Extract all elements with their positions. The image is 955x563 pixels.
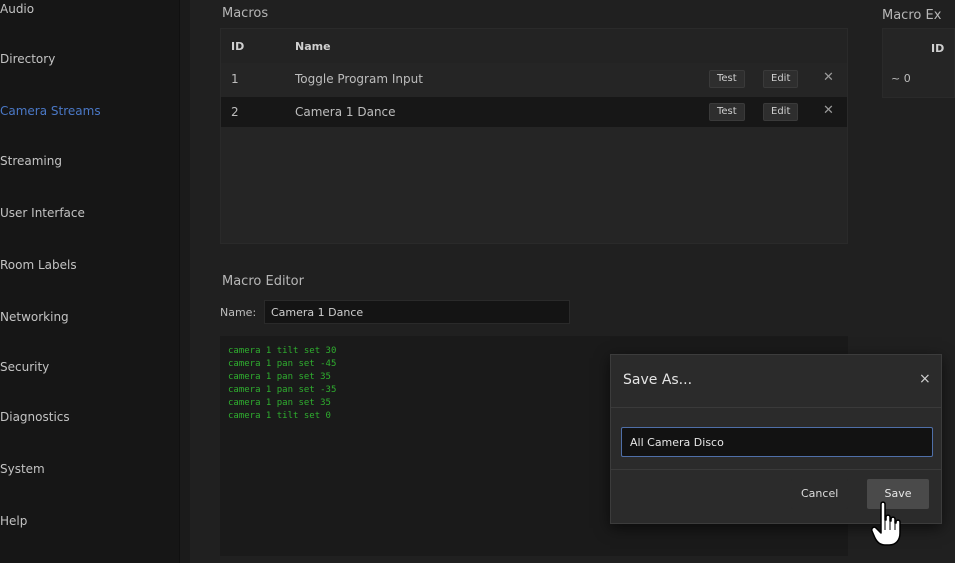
macro-editor-title: Macro Editor xyxy=(222,274,304,289)
sidebar-item-audio[interactable]: Audio xyxy=(0,0,170,22)
sidebar-item-security[interactable]: Security xyxy=(0,354,170,380)
row-name: Camera 1 Dance xyxy=(295,105,396,119)
macro-exec-table: ID ~ 0 xyxy=(882,28,955,98)
sidebar-item-camera-streams[interactable]: Camera Streams xyxy=(0,98,170,124)
sidebar-item-user-interface[interactable]: User Interface xyxy=(0,200,170,226)
code-line: camera 1 pan set -35 xyxy=(228,385,337,395)
column-header-id: ID xyxy=(931,42,945,55)
edit-button[interactable]: Edit xyxy=(763,70,799,88)
test-button[interactable]: Test xyxy=(709,70,745,88)
sidebar-item-help[interactable]: Help xyxy=(0,508,170,534)
row-name: Toggle Program Input xyxy=(295,72,423,86)
sidebar-item-room-labels[interactable]: Room Labels xyxy=(0,252,170,278)
table-row[interactable]: 2 Camera 1 Dance Test Edit ✕ xyxy=(221,97,847,127)
macro-name-label: Name: xyxy=(220,306,257,319)
macros-table: ID Name 1 Toggle Program Input Test Edit… xyxy=(220,28,848,244)
delete-icon[interactable]: ✕ xyxy=(823,104,835,118)
macro-exec-title: Macro Ex xyxy=(882,8,942,23)
sidebar-item-directory[interactable]: Directory xyxy=(0,46,170,72)
dialog-divider xyxy=(611,407,941,408)
column-header-id: ID xyxy=(231,40,245,53)
sidebar-item-system[interactable]: System xyxy=(0,456,170,482)
macros-table-header: ID Name xyxy=(221,29,847,63)
save-as-name-input[interactable] xyxy=(621,427,933,457)
sidebar-item-streaming[interactable]: Streaming xyxy=(0,148,170,174)
delete-icon[interactable]: ✕ xyxy=(823,71,835,85)
sidebar: Audio Directory Camera Streams Streaming… xyxy=(0,0,180,563)
macros-title: Macros xyxy=(222,6,269,21)
code-line: camera 1 pan set 35 xyxy=(228,398,331,408)
code-line: camera 1 tilt set 30 xyxy=(228,346,337,356)
macro-exec-row[interactable]: ~ 0 xyxy=(891,72,911,85)
dialog-divider xyxy=(611,469,941,470)
dialog-title: Save As... xyxy=(623,372,693,388)
test-button[interactable]: Test xyxy=(709,103,745,121)
table-row[interactable]: 1 Toggle Program Input Test Edit ✕ xyxy=(221,64,847,94)
row-id: 2 xyxy=(231,105,239,119)
hand-cursor-icon xyxy=(871,501,901,546)
cancel-button[interactable]: Cancel xyxy=(791,479,849,509)
code-line: camera 1 pan set -45 xyxy=(228,359,337,369)
sidebar-item-networking[interactable]: Networking xyxy=(0,304,170,330)
sidebar-item-diagnostics[interactable]: Diagnostics xyxy=(0,404,170,430)
code-line: camera 1 tilt set 0 xyxy=(228,411,331,421)
close-icon[interactable]: × xyxy=(919,371,933,387)
macro-name-input[interactable] xyxy=(264,300,570,324)
edit-button[interactable]: Edit xyxy=(763,103,799,121)
row-id: 1 xyxy=(231,72,239,86)
save-as-dialog: Save As... × Cancel Save xyxy=(610,354,942,524)
column-header-name: Name xyxy=(295,40,331,53)
code-line: camera 1 pan set 35 xyxy=(228,372,331,382)
